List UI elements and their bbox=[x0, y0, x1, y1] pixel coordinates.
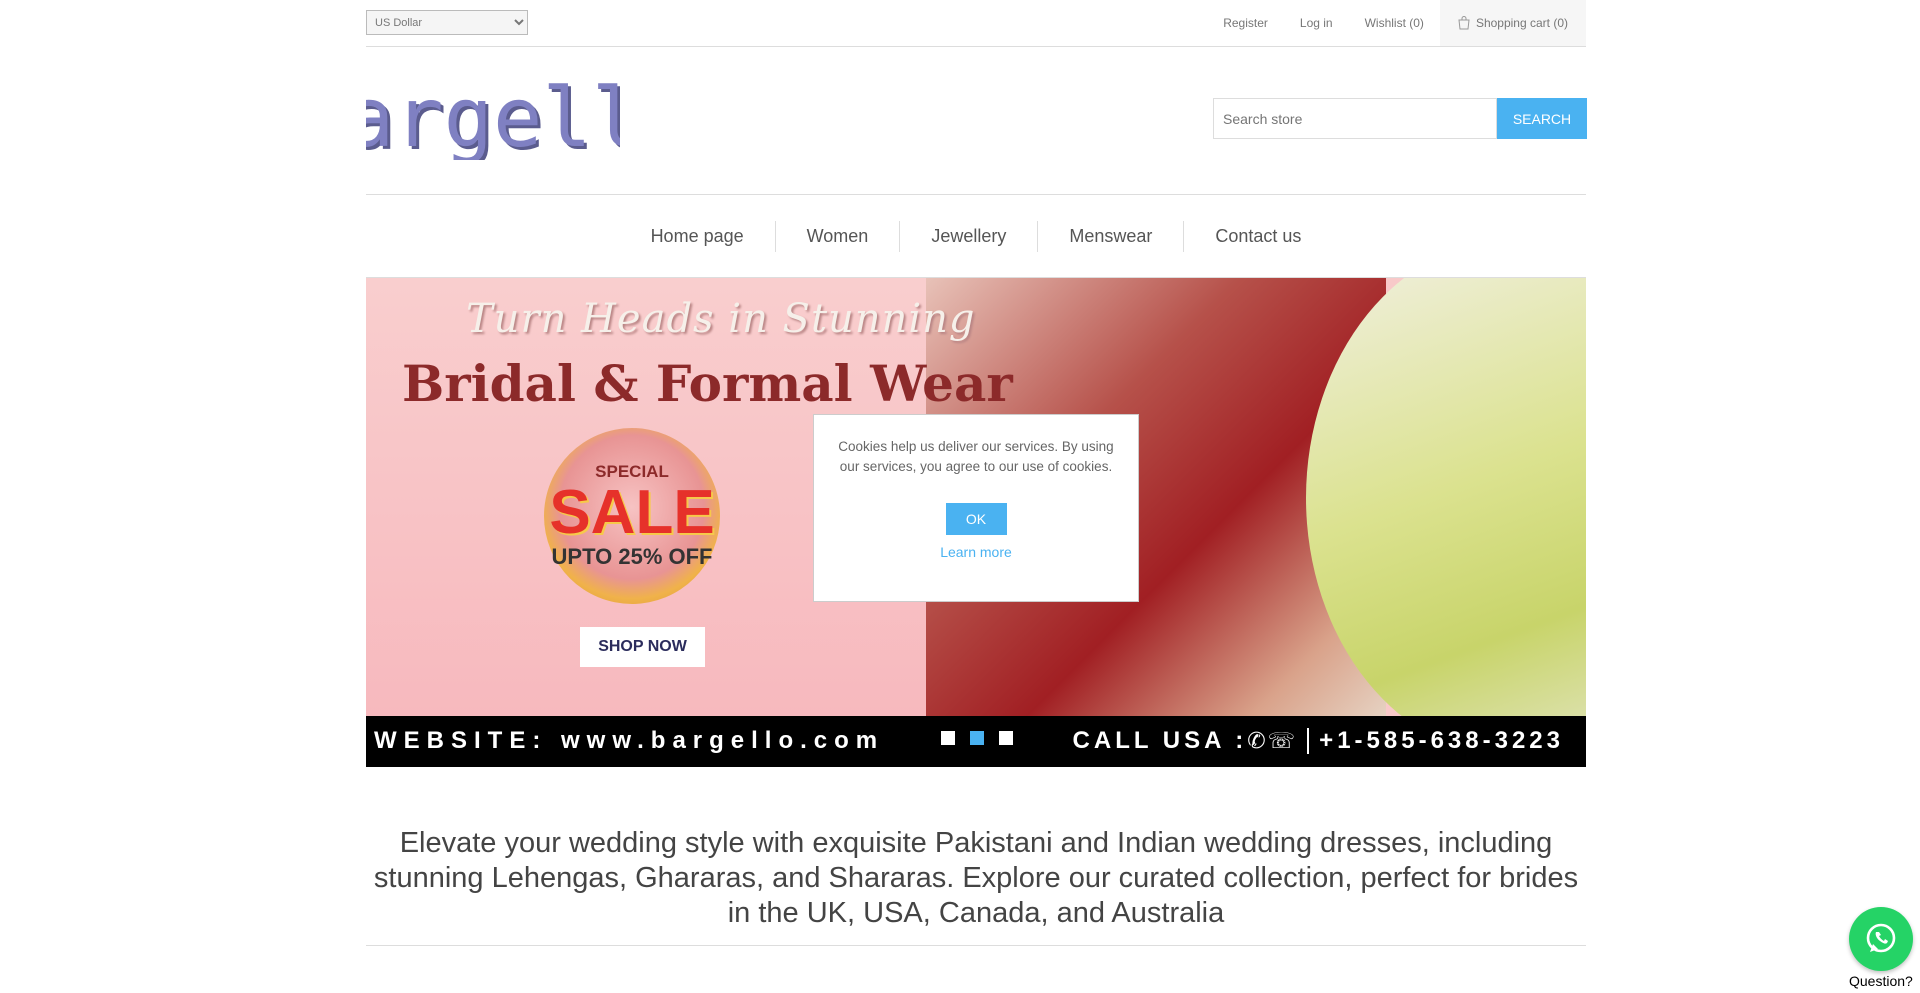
banner-headline-1: Turn Heads in Stunning bbox=[466, 296, 976, 342]
sale-word-text: SALE bbox=[549, 478, 715, 547]
shopping-cart-label[interactable]: Shopping cart (0) bbox=[1476, 16, 1568, 30]
currency-selector[interactable]: US Dollar bbox=[366, 10, 528, 35]
cookie-ok-button[interactable]: OK bbox=[945, 503, 1007, 535]
cookie-message: Cookies help us deliver our services. By… bbox=[838, 439, 1114, 474]
header-links-bar: US Dollar Register Log in Wishlist (0) S… bbox=[366, 0, 1586, 47]
shopping-cart-link[interactable]: Shopping cart (0) bbox=[1439, 0, 1586, 46]
wishlist-link[interactable]: Wishlist (0) bbox=[1365, 16, 1424, 30]
whatsapp-chat-button[interactable] bbox=[1849, 907, 1913, 971]
nav-item-jewellery[interactable]: Jewellery bbox=[899, 220, 1037, 252]
sale-badge: SPECIAL SALE UPTO 25% OFF bbox=[544, 428, 720, 604]
slider-dot-3[interactable] bbox=[999, 731, 1013, 745]
nav-item-contact[interactable]: Contact us bbox=[1183, 220, 1332, 252]
call-usa-label: CALL USA : bbox=[1072, 727, 1248, 754]
login-link[interactable]: Log in bbox=[1300, 16, 1333, 30]
whatsapp-question-label: Question? bbox=[1849, 973, 1913, 989]
banner-website-text: WEBSITE: www.bargello.com bbox=[374, 727, 885, 754]
search-button[interactable]: Search bbox=[1497, 98, 1587, 139]
sale-off-text: UPTO 25% OFF bbox=[551, 544, 713, 569]
main-navigation: Home page Women Jewellery Menswear Conta… bbox=[366, 194, 1586, 278]
nav-item-home[interactable]: Home page bbox=[620, 221, 775, 252]
register-link[interactable]: Register bbox=[1223, 16, 1268, 30]
banner-headline-2: Bridal & Formal Wear bbox=[402, 354, 1013, 413]
store-logo[interactable]: bargello bargello bbox=[296, 71, 694, 169]
home-tagline: Elevate your wedding style with exquisit… bbox=[366, 826, 1586, 946]
search-input[interactable] bbox=[1213, 98, 1497, 139]
whatsapp-icon bbox=[1866, 923, 1896, 953]
logo-text: bargello bbox=[366, 80, 620, 160]
search-box: Search bbox=[1213, 98, 1587, 139]
slider-dots bbox=[941, 731, 1013, 745]
phone-number: +1-585-638-3223 bbox=[1319, 727, 1564, 754]
slider-dot-2[interactable] bbox=[970, 731, 984, 745]
header-links: Register Log in Wishlist (0) Shopping ca… bbox=[1191, 0, 1586, 46]
slider-dot-1[interactable] bbox=[941, 731, 955, 745]
shop-now-button[interactable]: SHOP NOW bbox=[580, 627, 705, 667]
banner-call-info: CALL USA : ✆☏ +1-585-638-3223 bbox=[1073, 727, 1564, 755]
cookie-consent-dialog: Cookies help us deliver our services. By… bbox=[813, 414, 1139, 602]
nav-item-women[interactable]: Women bbox=[774, 220, 900, 252]
shopping-bag-icon bbox=[1458, 16, 1470, 30]
nav-item-menswear[interactable]: Menswear bbox=[1037, 220, 1183, 252]
cookie-learn-more-link[interactable]: Learn more bbox=[838, 544, 1114, 560]
phone-whatsapp-icon: ✆☏ bbox=[1247, 728, 1310, 754]
